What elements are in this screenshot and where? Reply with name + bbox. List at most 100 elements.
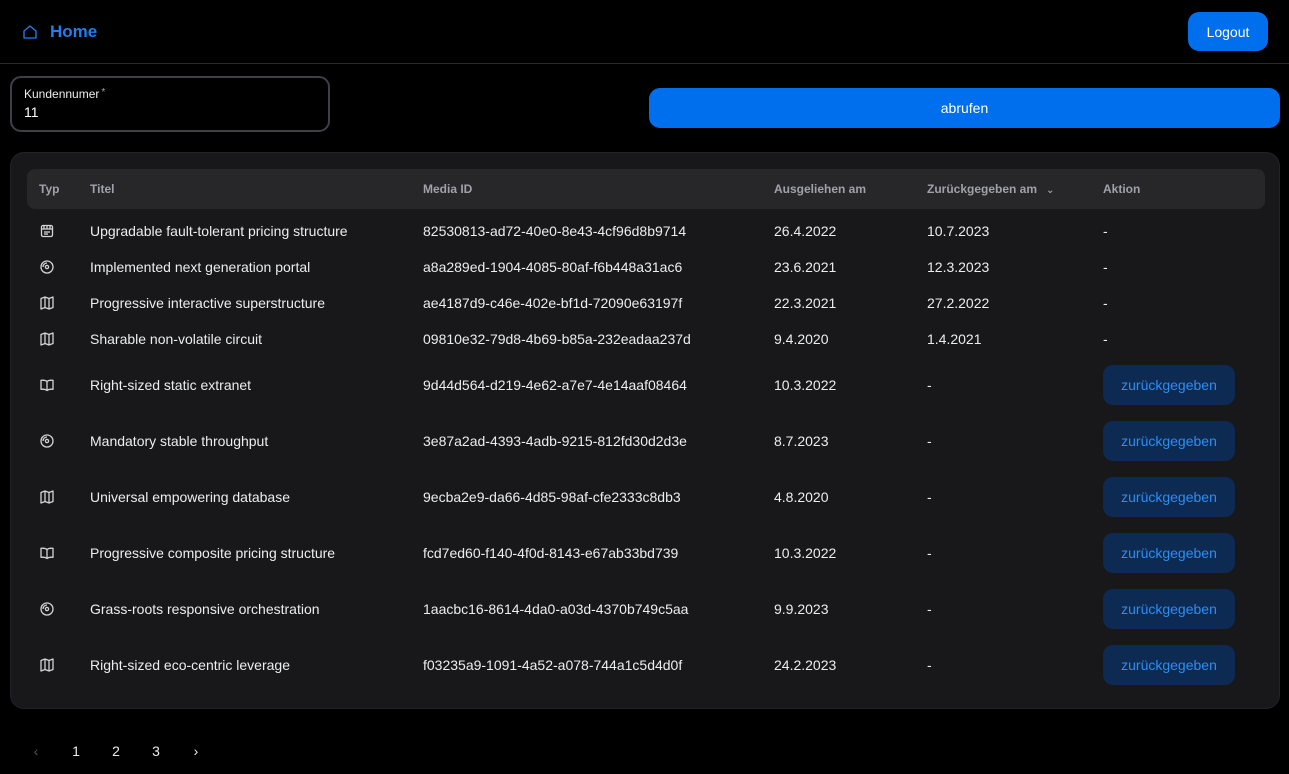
disc-icon: [39, 581, 55, 637]
cell-action: -: [1103, 295, 1108, 311]
table-row: Mandatory stable throughput 3e87a2ad-4393…: [27, 413, 1265, 469]
cell-title: Sharable non-volatile circuit: [90, 331, 262, 347]
mark-returned-button[interactable]: zurückgegeben: [1103, 365, 1235, 405]
loans-table-card: Typ Titel Media ID Ausgeliehen am Zurück…: [10, 152, 1280, 709]
page-1[interactable]: 1: [56, 731, 96, 771]
home-link[interactable]: Home: [22, 20, 97, 44]
cell-returned-on: -: [927, 489, 932, 505]
table-row: Progressive interactive superstructure ae…: [27, 285, 1265, 321]
cell-lent-on: 26.4.2022: [774, 223, 837, 239]
book-icon: [39, 525, 55, 581]
cell-returned-on: 1.4.2021: [927, 331, 982, 347]
cell-action: zurückgegeben: [1103, 469, 1235, 525]
cell-lent-on: 8.7.2023: [774, 433, 829, 449]
cell-lent-on: 23.6.2021: [774, 259, 837, 275]
required-mark: *: [101, 87, 106, 98]
disc-icon: [39, 249, 55, 285]
cell-lent-on: 10.3.2022: [774, 377, 837, 393]
cell-action: zurückgegeben: [1103, 581, 1235, 637]
page-3[interactable]: 3: [136, 731, 176, 771]
chevron-right-icon[interactable]: ›: [176, 731, 216, 771]
cell-lent-on: 9.4.2020: [774, 331, 829, 347]
column-header-title[interactable]: Titel: [90, 169, 114, 209]
cell-action: -: [1103, 223, 1108, 239]
disc-icon: [39, 413, 55, 469]
column-header-media-id[interactable]: Media ID: [423, 169, 472, 209]
cell-returned-on: -: [927, 601, 932, 617]
table-row: Upgradable fault-tolerant pricing struct…: [27, 213, 1265, 249]
pagination: ‹ 1 2 3 ›: [16, 731, 216, 771]
cell-returned-on: -: [927, 433, 932, 449]
cell-returned-on: 10.7.2023: [927, 223, 990, 239]
cell-title: Upgradable fault-tolerant pricing struct…: [90, 223, 348, 239]
top-navbar: Home Logout: [0, 0, 1289, 64]
cell-media-id: 09810e32-79d8-4b69-b85a-232eadaa237d: [423, 331, 691, 347]
table-row: Universal empowering database 9ecba2e9-da…: [27, 469, 1265, 525]
customer-number-label: Kundennumer *: [24, 87, 316, 101]
cell-returned-on: 12.3.2023: [927, 259, 990, 275]
cell-title: Right-sized static extranet: [90, 377, 252, 393]
table-row: Progressive composite pricing structure f…: [27, 525, 1265, 581]
cell-lent-on: 10.3.2022: [774, 545, 837, 561]
table-row: Right-sized eco-centric leverage f03235a9…: [27, 637, 1265, 693]
map-icon: [39, 321, 55, 357]
cell-lent-on: 24.2.2023: [774, 657, 837, 673]
cell-media-id: 1aacbc16-8614-4da0-a03d-4370b749c5aa: [423, 601, 689, 617]
column-header-lent-on[interactable]: Ausgeliehen am: [774, 169, 866, 209]
home-icon: [22, 24, 38, 40]
cell-media-id: ae4187d9-c46e-402e-bf1d-72090e63197f: [423, 295, 683, 311]
column-header-returned-on-label: Zurückgegeben am: [927, 182, 1038, 196]
cell-media-id: a8a289ed-1904-4085-80af-f6b448a31ac6: [423, 259, 683, 275]
mark-returned-button[interactable]: zurückgegeben: [1103, 477, 1235, 517]
cell-lent-on: 22.3.2021: [774, 295, 837, 311]
cell-title: Universal empowering database: [90, 489, 290, 505]
cell-action: -: [1103, 331, 1108, 347]
cell-lent-on: 9.9.2023: [774, 601, 829, 617]
column-header-action: Aktion: [1103, 182, 1141, 196]
map-icon: [39, 637, 55, 693]
cell-media-id: f03235a9-1091-4a52-a078-744a1c5d4d0f: [423, 657, 683, 673]
mark-returned-button[interactable]: zurückgegeben: [1103, 645, 1235, 685]
cell-action: -: [1103, 259, 1108, 275]
chevron-left-icon[interactable]: ‹: [16, 731, 56, 771]
table-header: Typ Titel Media ID Ausgeliehen am Zurück…: [27, 169, 1265, 209]
map-icon: [39, 469, 55, 525]
cell-action: zurückgegeben: [1103, 357, 1235, 413]
cell-title: Progressive interactive superstructure: [90, 295, 325, 311]
cell-returned-on: -: [927, 545, 932, 561]
cell-media-id: 9d44d564-d219-4e62-a7e7-4e14aaf08464: [423, 377, 687, 393]
page-2[interactable]: 2: [96, 731, 136, 771]
table-row: Grass-roots responsive orchestration 1aac…: [27, 581, 1265, 637]
cell-media-id: 82530813-ad72-40e0-8e43-4cf96d8b9714: [423, 223, 687, 239]
mark-returned-button[interactable]: zurückgegeben: [1103, 533, 1235, 573]
logout-button[interactable]: Logout: [1188, 12, 1268, 51]
book-icon: [39, 357, 55, 413]
mark-returned-button[interactable]: zurückgegeben: [1103, 421, 1235, 461]
mark-returned-button[interactable]: zurückgegeben: [1103, 589, 1235, 629]
cell-media-id: fcd7ed60-f140-4f0d-8143-e67ab33bd739: [423, 545, 679, 561]
customer-number-field[interactable]: Kundennumer *: [10, 76, 330, 132]
customer-number-input[interactable]: [24, 104, 316, 120]
film-icon: [39, 213, 55, 249]
chevron-down-icon: ⌄: [1046, 185, 1055, 196]
fetch-button[interactable]: abrufen: [649, 88, 1280, 128]
column-header-type[interactable]: Typ: [39, 169, 59, 209]
cell-returned-on: -: [927, 657, 932, 673]
customer-number-label-text: Kundennumer: [24, 87, 100, 101]
cell-title: Mandatory stable throughput: [90, 433, 269, 449]
cell-title: Implemented next generation portal: [90, 259, 311, 275]
cell-action: zurückgegeben: [1103, 637, 1235, 693]
map-icon: [39, 285, 55, 321]
table-row: Right-sized static extranet 9d44d564-d219…: [27, 357, 1265, 413]
cell-action: zurückgegeben: [1103, 525, 1235, 581]
cell-title: Progressive composite pricing structure: [90, 545, 336, 561]
cell-media-id: 9ecba2e9-da66-4d85-98af-cfe2333c8db3: [423, 489, 681, 505]
home-label: Home: [50, 22, 98, 41]
column-header-returned-on[interactable]: Zurückgegeben am ⌄: [927, 169, 1054, 209]
table-row: Sharable non-volatile circuit 09810e32-79…: [27, 321, 1265, 357]
table-row: Implemented next generation portal a8a289…: [27, 249, 1265, 285]
cell-title: Grass-roots responsive orchestration: [90, 601, 320, 617]
cell-media-id: 3e87a2ad-4393-4adb-9215-812fd30d2d3e: [423, 433, 687, 449]
cell-title: Right-sized eco-centric leverage: [90, 657, 290, 673]
cell-lent-on: 4.8.2020: [774, 489, 829, 505]
